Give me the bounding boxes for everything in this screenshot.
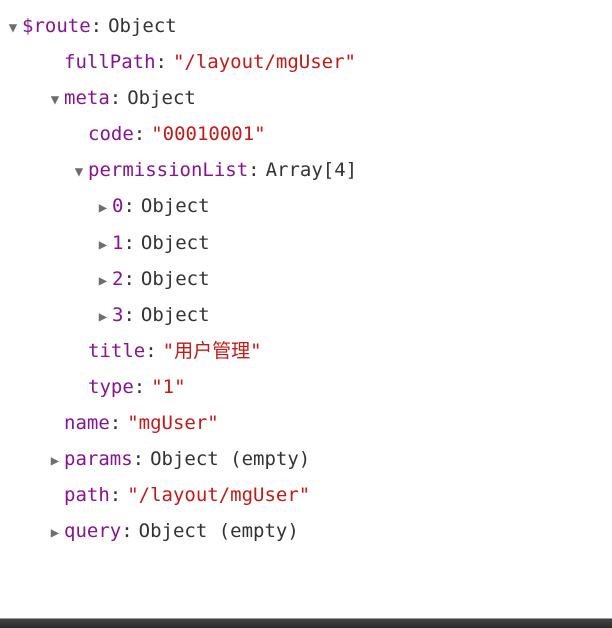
property-key: type: [88, 369, 134, 405]
property-key: params: [64, 441, 133, 477]
expand-arrow-down-icon[interactable]: ▼: [46, 87, 64, 114]
tree-row-title[interactable]: title: "用户管理": [4, 333, 608, 369]
property-key: 0: [112, 188, 123, 224]
property-value: Object: [141, 297, 210, 333]
property-key: 3: [112, 297, 123, 333]
expand-arrow-right-icon[interactable]: ▶: [46, 448, 64, 475]
expand-arrow-right-icon[interactable]: ▶: [94, 268, 112, 295]
property-key: path: [64, 477, 110, 513]
window-footer-bar: [0, 618, 612, 628]
property-key: query: [64, 513, 121, 549]
property-value: Object: [127, 80, 196, 116]
property-value: Object: [141, 261, 210, 297]
expand-arrow-right-icon[interactable]: ▶: [46, 520, 64, 547]
tree-row-item-1[interactable]: ▶ 1: Object: [4, 225, 608, 261]
property-key: code: [88, 116, 134, 152]
property-key: fullPath: [64, 44, 156, 80]
tree-row-query[interactable]: ▶ query: Object (empty): [4, 513, 608, 549]
property-value: "1": [151, 369, 185, 405]
tree-row-meta[interactable]: ▼ meta: Object: [4, 80, 608, 116]
property-value: "/layout/mgUser": [127, 477, 310, 513]
property-value: Object (empty): [139, 513, 299, 549]
property-value: "00010001": [151, 116, 265, 152]
tree-row-item-2[interactable]: ▶ 2: Object: [4, 261, 608, 297]
property-key: name: [64, 405, 110, 441]
expand-arrow-right-icon[interactable]: ▶: [94, 232, 112, 259]
property-value: Object: [141, 188, 210, 224]
tree-row-name[interactable]: name: "mgUser": [4, 405, 608, 441]
property-key: permissionList: [88, 152, 248, 188]
tree-row-params[interactable]: ▶ params: Object (empty): [4, 441, 608, 477]
tree-row-fullpath[interactable]: fullPath: "/layout/mgUser": [4, 44, 608, 80]
property-value: Object: [141, 225, 210, 261]
tree-row-item-0[interactable]: ▶ 0: Object: [4, 188, 608, 224]
expand-arrow-down-icon[interactable]: ▼: [70, 159, 88, 186]
property-key: 2: [112, 261, 123, 297]
tree-row-code[interactable]: code: "00010001": [4, 116, 608, 152]
property-value: "mgUser": [127, 405, 219, 441]
expand-arrow-right-icon[interactable]: ▶: [94, 195, 112, 222]
expand-arrow-down-icon[interactable]: ▼: [4, 15, 22, 42]
tree-row-permissionlist[interactable]: ▼ permissionList: Array[4]: [4, 152, 608, 188]
expand-arrow-right-icon[interactable]: ▶: [94, 304, 112, 331]
object-tree: ▼ $route: Object fullPath: "/layout/mgUs…: [4, 8, 608, 549]
property-value: Object: [108, 8, 177, 44]
tree-row-root[interactable]: ▼ $route: Object: [4, 8, 608, 44]
tree-row-type[interactable]: type: "1": [4, 369, 608, 405]
property-value: "用户管理": [163, 333, 262, 369]
property-key: meta: [64, 80, 110, 116]
property-key: title: [88, 333, 145, 369]
tree-row-item-3[interactable]: ▶ 3: Object: [4, 297, 608, 333]
property-value: Array[4]: [266, 152, 358, 188]
property-value: "/layout/mgUser": [173, 44, 356, 80]
tree-row-path[interactable]: path: "/layout/mgUser": [4, 477, 608, 513]
property-key: 1: [112, 225, 123, 261]
property-value: Object (empty): [150, 441, 310, 477]
property-key: $route: [22, 8, 91, 44]
